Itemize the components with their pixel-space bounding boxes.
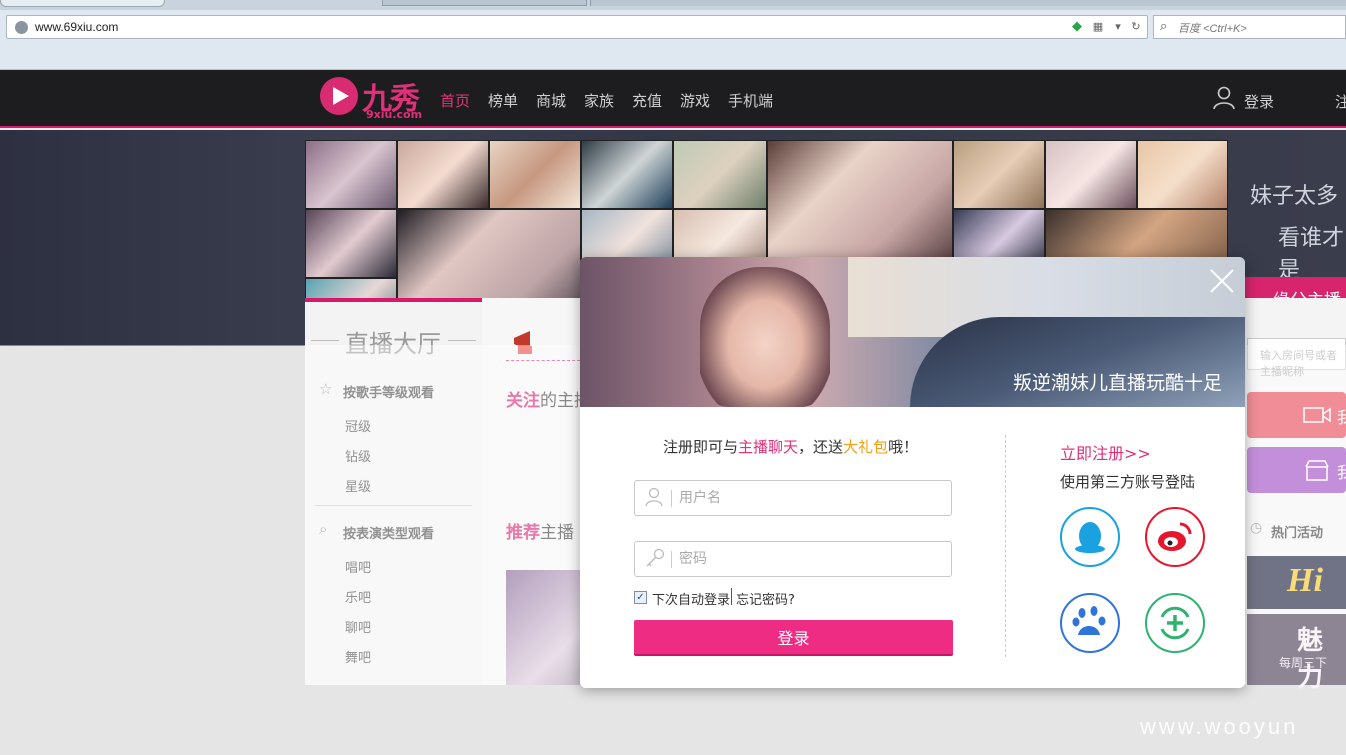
nav-shop[interactable]: 商城 [536,90,566,111]
address-bar[interactable]: www.69xiu.com ◆ ▦ ▾ ↻ [6,15,1148,39]
browser-tab[interactable] [590,0,1346,6]
nav-games[interactable]: 游戏 [680,90,710,111]
nav-mobile[interactable]: 手机端 [728,90,773,111]
username-input[interactable] [679,488,939,508]
qq-login-button[interactable] [1060,507,1120,567]
divider [311,340,339,341]
register-tip-prefix: 注册即可与 [663,438,739,456]
dialog-slogan: 叛逆潮妹儿直播玩酷十足 [1013,372,1223,394]
username-field[interactable] [634,480,952,516]
divider [1005,435,1006,657]
dropdown-arrow-icon[interactable]: ▾ [1111,20,1125,34]
banner-photo [700,267,830,407]
key-icon [646,548,665,567]
search-placeholder: 百度 <Ctrl+K> [1178,23,1247,35]
register-tip-gift: 大礼包 [843,438,889,456]
nav-recharge[interactable]: 充值 [632,90,662,111]
play-icon [333,87,349,105]
banner-slogan-line1: 妹子太多 [1250,184,1339,209]
shield-icon[interactable]: ◆ [1070,20,1084,34]
auto-login-checkbox[interactable]: ✓ [634,591,647,604]
browser-toolbar: www.69xiu.com ◆ ▦ ▾ ↻ ⌕ 百度 <Ctrl+K> [0,10,1346,70]
browser-tab-strip [0,0,1346,10]
divider [448,340,476,341]
register-tip-mid: ，还送 [798,438,844,456]
forgot-password-link[interactable]: 忘记密码? [736,589,795,608]
qr-code-icon[interactable]: ▦ [1091,20,1105,34]
reload-icon[interactable]: ↻ [1129,20,1143,34]
register-now-link[interactable]: 立即注册>> [1060,440,1151,464]
register-tip-chat: 主播聊天 [738,438,799,456]
browser-tab[interactable] [0,0,165,7]
third-party-label: 使用第三方账号登陆 [1060,473,1196,491]
nav-home[interactable]: 首页 [440,90,470,111]
site-header: 九秀 9xiu.com 首页 榜单 商城 家族 充值 游戏 手机端 登录 注 [0,70,1346,128]
auto-login-label[interactable]: 下次自动登录 [652,589,730,608]
login-dialog: 叛逆潮妹儿直播玩酷十足 注册即可与主播聊天，还送大礼包哦！ ✓ 下次自动登录 忘… [580,257,1245,688]
logo-domain: 9xiu.com [366,108,423,121]
other-login-button[interactable] [1145,593,1205,653]
divider [671,490,672,507]
browser-tab[interactable] [382,0,587,6]
nav-ranking[interactable]: 榜单 [488,90,518,111]
baidu-login-button[interactable] [1060,593,1120,653]
plus-circle-icon [1160,606,1190,640]
browser-search-box[interactable]: ⌕ 百度 <Ctrl+K> [1153,15,1346,39]
globe-icon [15,21,28,34]
user-icon [645,487,663,507]
weibo-icon [1158,522,1192,551]
password-input[interactable] [679,549,939,569]
watermark: www.wooyun [1140,714,1299,739]
register-tip: 注册即可与主播聊天，还送大礼包哦！ [663,436,918,457]
header-login-link[interactable]: 登录 [1244,91,1274,112]
header-register-link[interactable]: 注 [1335,91,1346,112]
banner-slogan-line2: 看谁才是 [1278,226,1345,283]
divider [671,551,672,568]
search-icon: ⌕ [1160,19,1168,34]
close-icon[interactable] [1208,267,1236,295]
login-button[interactable]: 登录 [634,620,953,656]
user-icon[interactable] [1213,86,1235,110]
weibo-login-button[interactable] [1145,507,1205,567]
url-text[interactable]: www.69xiu.com [35,20,118,34]
register-tip-suffix: 哦！ [888,438,919,456]
divider [731,588,732,605]
qq-icon [1075,522,1105,553]
baidu-paw-icon [1072,606,1106,635]
password-field[interactable] [634,541,952,577]
dialog-banner: 叛逆潮妹儿直播玩酷十足 [580,257,1245,407]
nav-family[interactable]: 家族 [584,90,614,111]
